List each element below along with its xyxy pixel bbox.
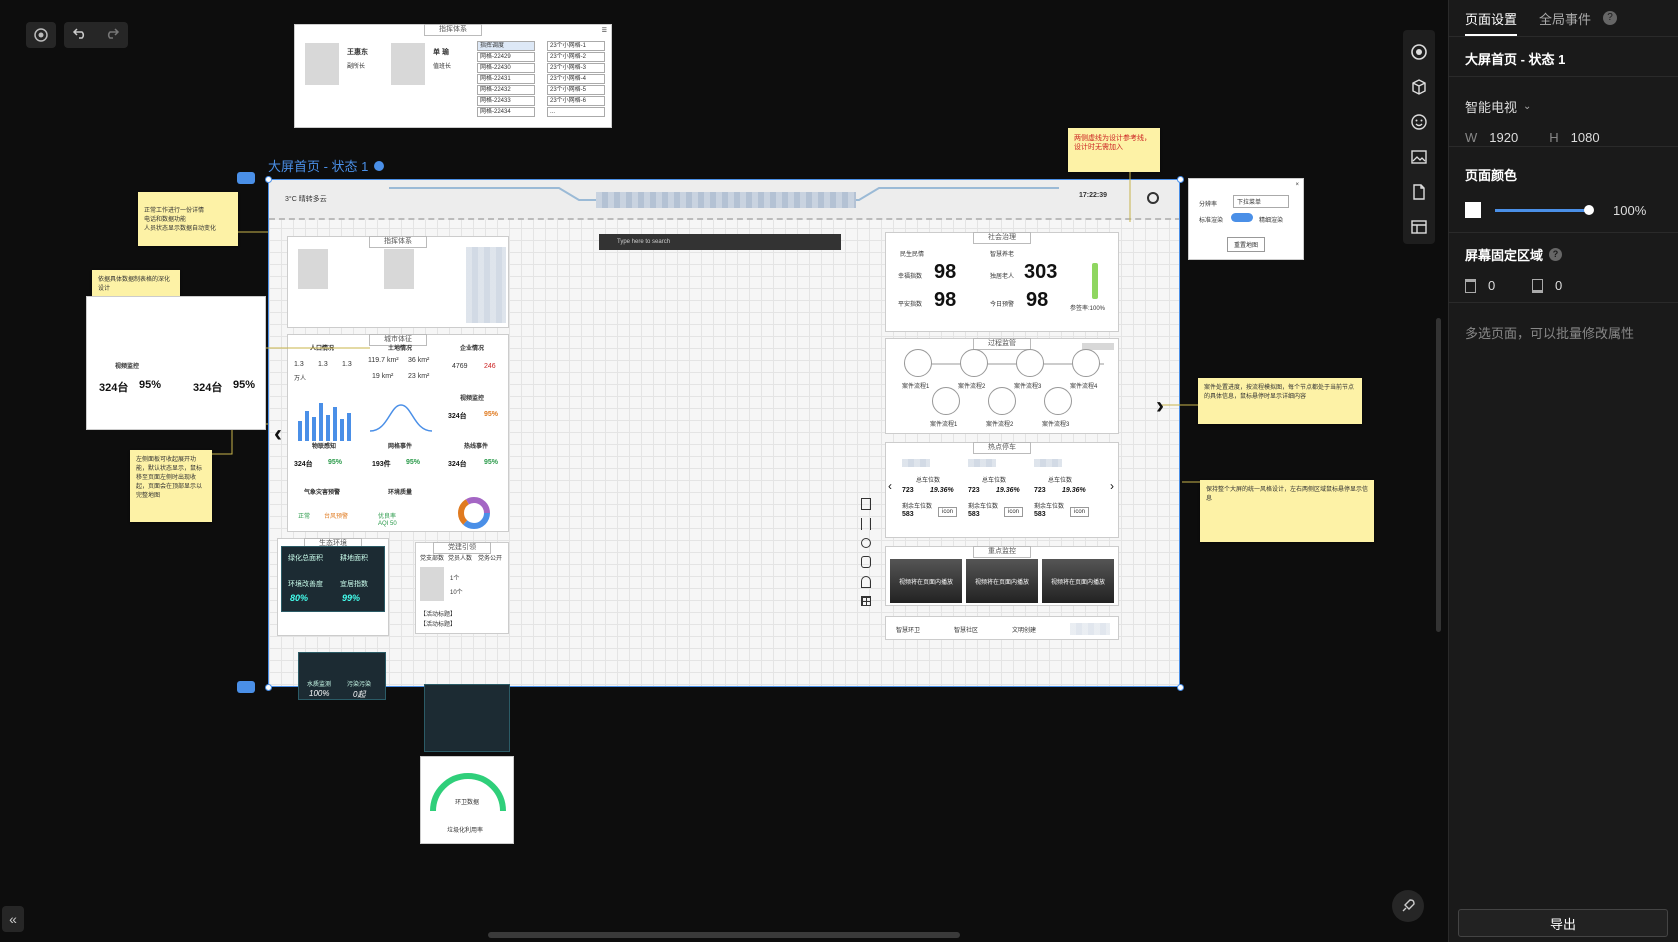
eco-bottom-label-2: 污染污染 <box>347 682 372 688</box>
popup-label-fine: 精细渲染 <box>1259 218 1284 224</box>
opacity-slider-thumb[interactable] <box>1584 204 1594 215</box>
horizontal-scrollbar[interactable] <box>488 932 960 938</box>
floating-video-value-4: 95% <box>233 379 256 391</box>
data-dark-card-below[interactable] <box>424 684 510 752</box>
device-select[interactable]: 智能电视 ⌄ <box>1465 97 1662 116</box>
page-color-label: 页面颜色 <box>1465 168 1518 183</box>
rail-target-button[interactable] <box>1403 34 1435 69</box>
note-connectors <box>180 172 1200 483</box>
floating-video-card[interactable]: 视频监控 324台 95% 324台 95% <box>86 296 266 430</box>
fixed-bottom-input[interactable]: 0 <box>1555 278 1562 293</box>
right-properties-panel: 页面设置 全局事件 ? 大屏首页 - 状态 1 智能电视 ⌄ W 1920 H … <box>1448 0 1678 942</box>
gauge-title: 环卫数据 <box>455 800 480 806</box>
editor-root: 指挥体系 王惠东 副所长 单 瑜 值班长 指挥调度 网格-22429 网格-2243… <box>0 0 1678 942</box>
device-value: 智能电视 <box>1465 100 1518 115</box>
help-icon[interactable]: ? <box>1603 11 1618 25</box>
floating-video-title: 视频监控 <box>115 364 140 370</box>
fixed-top-icon <box>1465 278 1476 293</box>
gauge-card[interactable]: 环卫数据 垃圾化利用率 <box>420 756 514 844</box>
double-chevron-left-icon: « <box>9 911 17 927</box>
rail-icon-button[interactable] <box>1403 104 1435 139</box>
opacity-slider[interactable] <box>1495 204 1594 215</box>
size-row: W 1920 H 1080 <box>1465 130 1662 145</box>
color-swatch[interactable] <box>1465 202 1481 218</box>
rocket-icon <box>1402 899 1415 912</box>
right-icon-rail <box>1403 30 1435 244</box>
render-settings-popup[interactable]: 分辨率 下拉菜单 标准渲染 精细渲染 重置地图 × <box>1188 178 1304 260</box>
rail-layout-button[interactable] <box>1403 209 1435 244</box>
hint-section: 多选页面，可以批量修改属性 <box>1449 302 1678 354</box>
launch-button[interactable] <box>1392 890 1424 922</box>
popup-select[interactable]: 下拉菜单 <box>1233 195 1289 208</box>
collapse-button[interactable]: « <box>2 906 24 932</box>
target-icon <box>1411 43 1427 60</box>
popup-close-icon[interactable]: × <box>1295 182 1299 188</box>
device-section: 智能电视 ⌄ W 1920 H 1080 <box>1449 76 1678 146</box>
height-input[interactable]: 1080 <box>1571 130 1600 145</box>
rail-component-button[interactable] <box>1403 69 1435 104</box>
image-icon <box>1411 149 1427 164</box>
height-label: H <box>1549 130 1559 145</box>
fixed-area-help-icon[interactable]: ? <box>1549 248 1563 261</box>
eco-dark-card-below[interactable]: 水质监测 污染污染 100% 0起 <box>298 652 386 700</box>
gauge-label: 垃圾化利用率 <box>447 828 484 834</box>
popup-reset-button[interactable]: 重置地图 <box>1227 237 1266 252</box>
page-name-section: 大屏首页 - 状态 1 <box>1449 36 1678 76</box>
width-input[interactable]: 1920 <box>1489 130 1549 145</box>
chevron-down-icon: ⌄ <box>1523 101 1532 112</box>
floating-video-value-2: 95% <box>139 379 162 391</box>
fixed-bottom-icon <box>1532 278 1543 293</box>
export-button[interactable]: 导出 <box>1458 909 1668 937</box>
width-label: W <box>1465 130 1478 145</box>
page-color-section: 页面颜色 100% <box>1449 146 1678 232</box>
popup-toggle[interactable] <box>1231 213 1253 222</box>
eco-bottom-value-1: 100% <box>309 689 330 698</box>
popup-label-resolution: 分辨率 <box>1199 202 1218 208</box>
floating-video-value-3: 324台 <box>193 382 223 394</box>
multi-select-hint: 多选页面，可以批量修改属性 <box>1465 326 1635 341</box>
smiley-icon <box>1411 113 1427 130</box>
rail-page-button[interactable] <box>1403 174 1435 209</box>
tab-page-settings[interactable]: 页面设置 <box>1465 9 1518 36</box>
panel-tabs: 页面设置 全局事件 ? <box>1449 0 1678 36</box>
fixed-area-label: 屏幕固定区域 ? <box>1465 245 1662 264</box>
fixed-area-row: 0 0 <box>1465 278 1662 293</box>
opacity-value[interactable]: 100% <box>1613 203 1646 218</box>
layout-icon <box>1411 219 1427 234</box>
eco-bottom-value-2: 0起 <box>353 690 366 699</box>
gauge-arc <box>430 773 506 812</box>
popup-label-standard: 标准渲染 <box>1199 218 1224 224</box>
floating-video-value-1: 324台 <box>99 382 129 394</box>
vertical-scrollbar[interactable] <box>1436 318 1441 632</box>
eco-bottom-label-1: 水质监测 <box>307 682 332 688</box>
rail-image-button[interactable] <box>1403 139 1435 174</box>
fixed-top-input[interactable]: 0 <box>1488 278 1532 293</box>
fixed-area-text: 屏幕固定区域 <box>1465 248 1544 263</box>
file-icon <box>1413 183 1425 200</box>
page-name: 大屏首页 - 状态 1 <box>1465 52 1566 67</box>
tab-global-events[interactable]: 全局事件 <box>1539 9 1591 28</box>
cube-icon <box>1412 78 1426 95</box>
fixed-area-section: 屏幕固定区域 ? 0 0 <box>1449 232 1678 302</box>
color-row: 100% <box>1465 202 1662 218</box>
